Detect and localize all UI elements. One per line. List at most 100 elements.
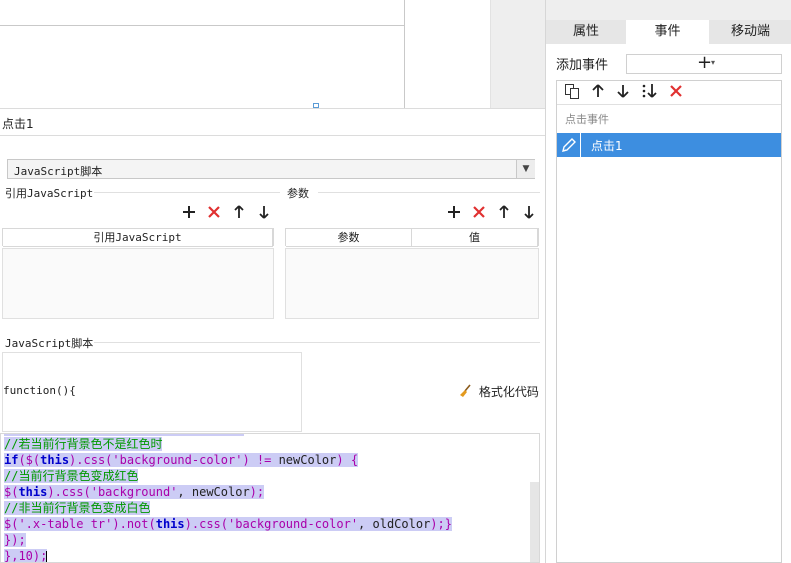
add-ref-button[interactable] [181,205,197,222]
code-token: //非当前行背景色变成白色 [4,501,151,515]
arrow-up-icon[interactable] [231,205,247,222]
code-line: //当前行背景色变成红色 [4,468,139,484]
code-token: this [40,453,70,467]
code-token: //若当前行背景色不是红色时 [4,437,163,451]
code-token: ).css( [69,453,113,467]
add-event-label: 添加事件 [556,58,609,73]
chevron-down-icon: ▾ [711,58,716,67]
column-header[interactable]: 值 [412,229,538,247]
section-divider [318,192,540,193]
code-token: this [155,517,185,531]
format-code-label: 格式化代码 [478,385,539,399]
section-divider [94,342,540,343]
code-token: , [177,485,192,499]
script-type-select[interactable]: JavaScript脚本 ▼ [7,159,535,179]
canvas-guide-vertical [404,0,405,108]
editor-titlebar: 点击1 [0,108,545,136]
code-token: },10); [4,549,48,563]
tab-properties[interactable]: 属性 [546,20,626,44]
code-token: newColor [191,485,250,499]
code-token: ).not( [112,517,156,531]
pencil-icon[interactable] [557,133,581,157]
code-selection: //当前行背景色变成红色 [4,469,139,483]
code-selection: if($(this).css('background-color') != ne… [4,453,359,467]
arrow-up-icon[interactable] [587,83,609,103]
panel-header-strip [546,0,791,20]
arrow-down-icon[interactable] [256,205,272,222]
code-line: //若当前行背景色不是红色时 [4,436,163,452]
code-token: 'background-color' [228,517,359,531]
code-line: if($(this).css('background-color') != ne… [4,452,359,468]
event-item[interactable]: 点击1 [557,133,781,157]
arrow-down-icon[interactable] [521,205,537,222]
section-divider [94,192,280,193]
editor-title: 点击1 [2,117,34,131]
code-token: , [358,517,373,531]
text-caret [46,551,47,562]
add-event-dropdown[interactable]: + ▾ [626,52,782,74]
tab-mobile[interactable]: 移动端 [709,20,791,44]
code-token: }); [4,533,26,547]
code-token: this [18,485,48,499]
code-token: 'background-color' [112,453,243,467]
delete-param-button[interactable] [471,205,487,222]
code-selection: //非当前行背景色变成白色 [4,501,151,515]
format-code-button[interactable]: 格式化代码 [458,383,539,400]
code-token: );} [430,517,452,531]
plus-icon: + [697,52,713,73]
code-selection: $('.x-table tr').not(this).css('backgrou… [4,517,452,531]
code-token: if [4,453,19,467]
code-line: $(this).css('background', newColor); [4,484,265,500]
code-line: },10); [4,548,48,563]
code-editor[interactable]: //若当前行背景色不是红色时 if($(this).css('backgroun… [0,433,540,563]
code-token: ) { [336,453,359,467]
ref-js-table-header: 引用JavaScript [2,228,274,247]
add-param-button[interactable] [446,205,462,222]
code-token: '.x-table tr' [18,517,113,531]
script-type-value: JavaScript脚本 [14,165,103,178]
script-section-label: JavaScript脚本 [5,337,94,350]
code-token: ) != [242,453,279,467]
code-token: ).css( [184,517,228,531]
param-table-body[interactable] [285,248,539,319]
arrow-up-icon[interactable] [496,205,512,222]
event-editor: 点击1 JavaScript脚本 ▼ 引用JavaScript 参数 引用Jav… [0,108,545,563]
code-token: ($( [18,453,41,467]
code-token: //当前行背景色变成红色 [4,469,139,483]
properties-panel: 属性 事件 移动端 添加事件 + ▾ 点击事件 点击1 [545,0,791,563]
param-section-label: 参数 [287,187,309,200]
canvas-margin [490,0,545,108]
code-line: //非当前行背景色变成白色 [4,500,151,516]
code-token: newColor [278,453,337,467]
move-to-bottom-icon[interactable] [639,83,661,103]
code-selection: $(this).css('background', newColor); [4,485,265,499]
arrow-down-icon[interactable] [612,83,634,103]
code-selection: }); [4,533,26,547]
ref-js-section-label: 引用JavaScript [5,187,94,200]
chevron-down-icon[interactable]: ▼ [516,160,535,178]
code-line: }); [4,532,26,548]
code-token: $( [4,517,19,531]
event-toolbar [557,81,781,105]
tab-events[interactable]: 事件 [627,20,708,44]
broom-icon [458,384,476,399]
delete-icon[interactable] [665,83,687,103]
code-line: $('.x-table tr').not(this).css('backgrou… [4,516,452,532]
event-item-label: 点击1 [591,139,623,153]
design-canvas[interactable] [0,0,545,108]
function-signature: function(){ [3,384,76,397]
code-selection: },10); [4,549,48,563]
scrollbar[interactable] [530,482,539,562]
code-token: ); [249,485,265,499]
code-token: ).css( [47,485,91,499]
delete-ref-button[interactable] [206,205,222,222]
code-token: oldColor [372,517,431,531]
event-group-label: 点击事件 [565,113,609,126]
column-header[interactable]: 引用JavaScript [3,229,273,247]
code-selection: //若当前行背景色不是红色时 [4,437,163,451]
code-token: $( [4,485,19,499]
column-header[interactable]: 参数 [286,229,412,247]
event-list: 点击事件 点击1 [556,80,782,563]
ref-js-table-body[interactable] [2,248,274,319]
copy-icon[interactable] [561,83,583,103]
